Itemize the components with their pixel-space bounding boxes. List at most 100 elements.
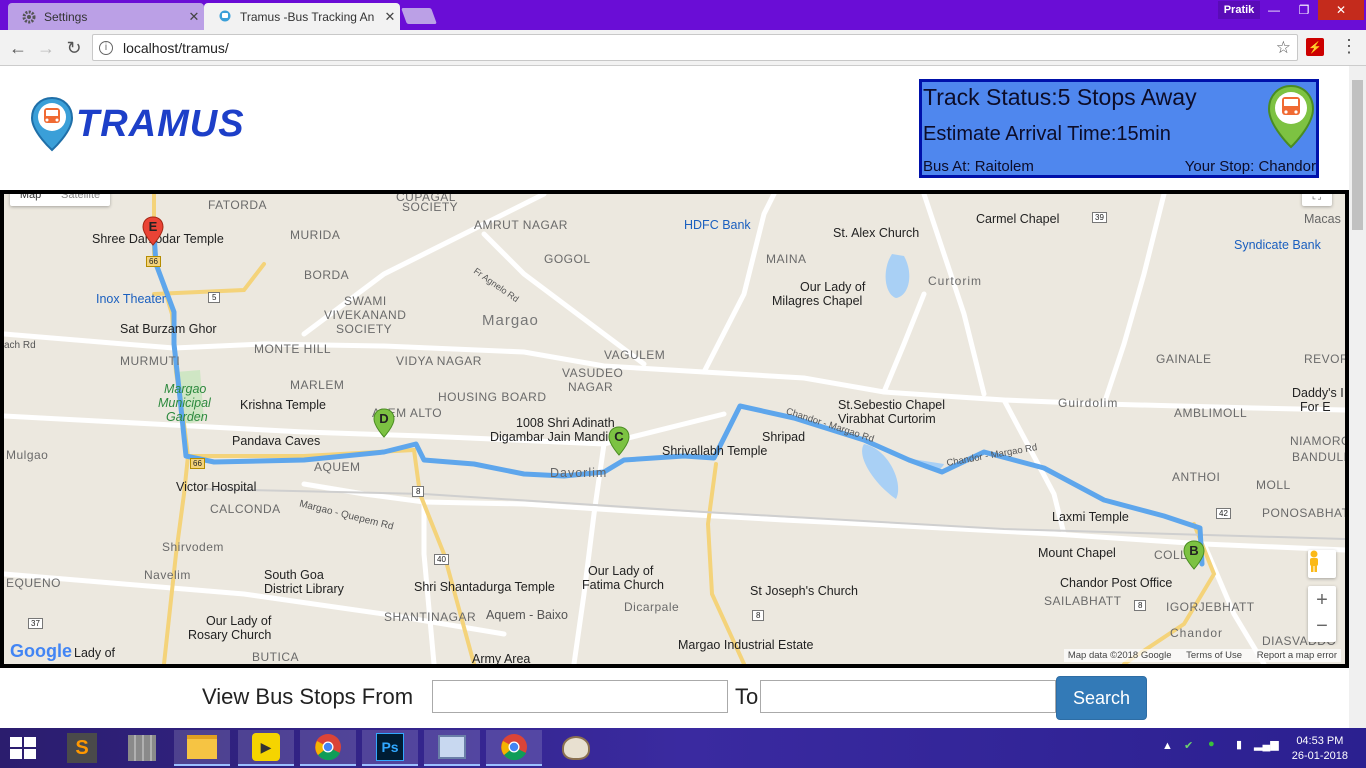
- highway-shield: 37: [28, 618, 43, 629]
- map-label: EQUENO: [6, 576, 62, 590]
- stop-marker-e[interactable]: E: [142, 216, 164, 246]
- close-window-icon[interactable]: ✕: [1318, 0, 1364, 20]
- estimated-arrival: Estimate Arrival Time:15min: [923, 123, 1171, 145]
- chrome-icon[interactable]: [300, 730, 356, 766]
- browser-titlebar: Settings ✕ Tramus -Bus Tracking An ✕ Pra…: [0, 0, 1366, 30]
- map-label: District Library: [264, 582, 344, 596]
- file-manager-icon[interactable]: [114, 730, 170, 766]
- taskbar: S ▶ Ps ▲ ✔ ● ▮ ▂▄▆ 04:53 PM 26-01-2018: [0, 728, 1366, 768]
- map-label: SOCIETY: [336, 322, 393, 336]
- map-label: Garden: [166, 410, 208, 424]
- map-label: Krishna Temple: [240, 398, 326, 412]
- wifi-icon[interactable]: ▂▄▆: [1254, 738, 1279, 751]
- app-tray-icon[interactable]: ●: [1208, 738, 1215, 750]
- forward-icon[interactable]: →: [34, 36, 58, 60]
- map-label: Margao Industrial Estate: [678, 638, 814, 652]
- zoom-control[interactable]: + −: [1308, 586, 1336, 642]
- terms-link[interactable]: Terms of Use: [1186, 650, 1242, 661]
- security-check-icon[interactable]: ✔: [1184, 739, 1193, 752]
- minimize-icon[interactable]: —: [1258, 0, 1290, 20]
- search-button[interactable]: Search: [1056, 676, 1147, 720]
- bookmark-star-icon[interactable]: ☆: [1276, 38, 1291, 58]
- performance-icon[interactable]: [424, 730, 480, 766]
- info-icon[interactable]: i: [99, 40, 113, 55]
- to-input[interactable]: [760, 680, 1056, 713]
- highway-shield: 40: [434, 554, 449, 565]
- logo: TRAMUS: [30, 96, 245, 152]
- highway-shield: 8: [1134, 600, 1147, 611]
- tab-settings[interactable]: Settings ✕: [8, 3, 204, 30]
- map-label: Daddy's I: [1292, 386, 1344, 400]
- maximize-icon[interactable]: ❐: [1288, 0, 1320, 20]
- back-icon[interactable]: ←: [6, 36, 30, 60]
- scrollbar-thumb[interactable]: [1352, 80, 1363, 230]
- map-label: MOLL: [1256, 478, 1291, 492]
- chevron-up-icon[interactable]: ▲: [1162, 740, 1173, 752]
- map-label: IGORJEBHATT: [1166, 600, 1255, 614]
- from-label: View Bus Stops From: [202, 684, 414, 709]
- reload-icon[interactable]: ↻: [62, 36, 86, 60]
- stop-marker-c[interactable]: C: [608, 426, 630, 456]
- map-label: Digambar Jain Mandir: [490, 430, 613, 444]
- zoom-out-button[interactable]: −: [1316, 614, 1328, 642]
- windows-start-icon[interactable]: [10, 737, 36, 759]
- tab-tramus[interactable]: Tramus -Bus Tracking An ✕: [204, 3, 400, 30]
- map-label: MARLEM: [290, 378, 345, 392]
- your-stop: Your Stop: Chandor: [1184, 158, 1316, 175]
- map-label: NIAMOROD: [1290, 434, 1345, 448]
- fullscreen-icon[interactable]: ⛶: [1302, 194, 1332, 206]
- sublime-text-icon[interactable]: S: [54, 730, 110, 766]
- menu-icon[interactable]: ⋮: [1340, 36, 1358, 57]
- map-label: Our Lady of: [800, 280, 866, 294]
- photoshop-icon[interactable]: Ps: [362, 730, 418, 766]
- map-label: VIVEKANAND: [324, 308, 407, 322]
- zoom-in-button[interactable]: +: [1316, 586, 1328, 614]
- map-label: Davorlim: [550, 466, 608, 480]
- map-label: Sat Burzam Ghor: [120, 322, 217, 336]
- scrollbar[interactable]: [1349, 66, 1366, 728]
- file-explorer-icon[interactable]: [174, 730, 230, 766]
- map-label: BANDULL: [1292, 450, 1349, 464]
- map-label: Virabhat Curtorim: [838, 412, 936, 426]
- highway-shield: 8: [752, 610, 765, 621]
- map[interactable]: Map Satellite ⛶ FATORDA CUPAGAL SOCIETY …: [0, 190, 1349, 668]
- map-type-satellite[interactable]: Satellite: [61, 194, 100, 201]
- map-label: Carmel Chapel: [976, 212, 1060, 226]
- map-label: Rosary Church: [188, 628, 272, 642]
- map-label: BUTICA: [252, 650, 300, 664]
- battery-icon[interactable]: ▮: [1236, 738, 1242, 751]
- map-label: AMBLIMOLL: [1174, 406, 1248, 420]
- stop-marker-b[interactable]: B: [1183, 540, 1205, 570]
- clock[interactable]: 04:53 PM 26-01-2018: [1292, 734, 1348, 764]
- map-type-control[interactable]: Map Satellite: [10, 194, 110, 206]
- extension-icon[interactable]: ⚡: [1306, 38, 1324, 56]
- close-icon[interactable]: ✕: [380, 9, 400, 25]
- bus-pin-icon: [30, 96, 74, 152]
- map-label: MONTE HILL: [254, 342, 332, 356]
- from-input[interactable]: [432, 680, 728, 713]
- map-label: Inox Theater: [96, 292, 166, 306]
- map-type-map[interactable]: Map: [20, 194, 41, 201]
- highway-shield: 66: [146, 256, 161, 267]
- track-status-panel: Track Status:5 Stops Away Estimate Arriv…: [919, 79, 1319, 178]
- stop-search-form: View Bus Stops From To Search: [0, 676, 1349, 726]
- close-icon[interactable]: ✕: [184, 9, 204, 25]
- map-label: Shirvodem: [162, 540, 224, 554]
- highway-shield: 39: [1092, 212, 1107, 223]
- map-label: For E: [1300, 400, 1331, 414]
- chrome-icon[interactable]: [486, 730, 542, 766]
- profile-button[interactable]: Pratik: [1218, 1, 1260, 19]
- map-label: Milagres Chapel: [772, 294, 863, 308]
- stop-marker-d[interactable]: D: [373, 408, 395, 438]
- bus-location: Bus At: Raitolem: [923, 158, 1034, 175]
- report-error-link[interactable]: Report a map error: [1257, 650, 1337, 661]
- street-view-pegman-icon[interactable]: [1308, 550, 1336, 578]
- map-label: Navelim: [144, 568, 191, 582]
- address-bar[interactable]: i localhost/tramus/ ☆: [92, 34, 1298, 61]
- paint-icon[interactable]: [548, 730, 604, 766]
- media-player-icon[interactable]: ▶: [238, 730, 294, 766]
- map-label: SOCIETY: [402, 200, 459, 214]
- map-label: Army Area: [472, 652, 531, 666]
- new-tab-button[interactable]: [401, 8, 437, 24]
- map-label: REVOR: [1304, 352, 1349, 366]
